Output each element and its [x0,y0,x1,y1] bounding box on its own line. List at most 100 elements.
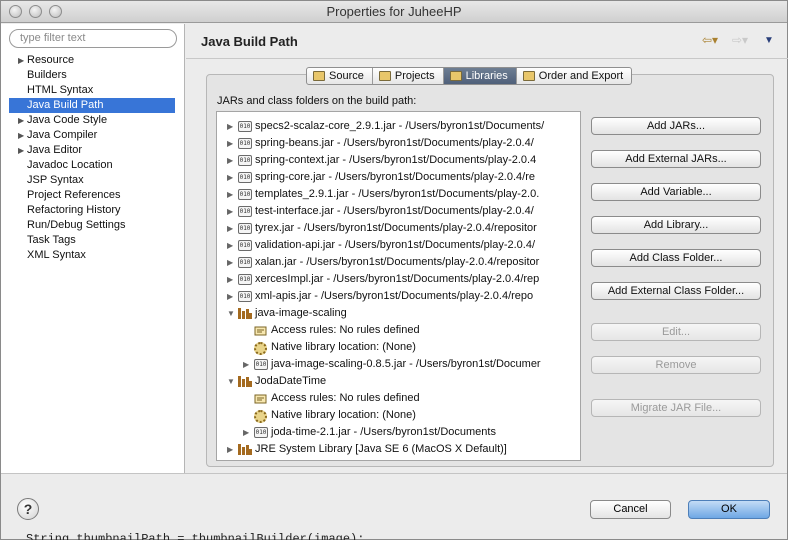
expand-triangle-icon[interactable]: ▶ [227,254,233,271]
add-external-class-folder-button[interactable]: Add External Class Folder... [591,282,761,300]
tree-item-xml-syntax[interactable]: XML Syntax [1,248,184,263]
tree-item-javadoc-location[interactable]: Javadoc Location [1,158,184,173]
expand-triangle-icon[interactable]: ▶ [227,152,233,169]
book-spine [238,444,241,455]
remove-button[interactable]: Remove [591,356,761,374]
help-button[interactable]: ? [17,498,39,520]
tree-item-label: Resource [27,54,75,66]
library-tree-label: validation-api.jar - /Users/byron1st/Doc… [255,239,536,251]
preference-tree-pane: type filter text ▶ Resource Builders HTML S… [1,24,185,473]
tree-item-label: Builders [27,69,67,81]
footer-divider [1,473,787,474]
expand-triangle-icon[interactable]: ▶ [18,128,24,143]
jar-file-icon: 010 [238,206,252,217]
tree-item-refactoring-history[interactable]: Refactoring History [1,203,184,218]
expand-triangle-icon[interactable]: ▶ [227,220,233,237]
book-spine [238,308,241,319]
native-library-icon [254,342,267,355]
tree-item-java-editor[interactable]: ▶ Java Editor [1,143,184,158]
library-tree-label: JodaDateTime [255,375,327,387]
access-rules-icon [254,325,267,337]
jar-file-icon: 010 [254,359,268,370]
library-container-icon [238,444,252,455]
native-library-icon [254,410,267,423]
expand-triangle-icon[interactable]: ▶ [227,135,233,152]
jar-file-icon: 010 [238,121,252,132]
tree-item-java-compiler[interactable]: ▶ Java Compiler [1,128,184,143]
libraries-heading: JARs and class folders on the build path… [217,95,417,107]
tree-item-html-syntax[interactable]: HTML Syntax [1,83,184,98]
expand-triangle-icon[interactable]: ▶ [227,237,233,254]
collapse-triangle-icon[interactable]: ▼ [227,305,235,322]
tree-item-task-tags[interactable]: Task Tags [1,233,184,248]
book-spine [242,311,245,319]
ok-button[interactable]: OK [688,500,770,519]
tab-order-and-export[interactable]: Order and Export [517,68,631,84]
book-spine [238,376,241,387]
tab-icon [522,71,535,81]
library-tree-label: Access rules: No rules defined [271,392,420,404]
library-tree-label: xalan.jar - /Users/byron1st/Documents/pl… [255,256,540,268]
collapse-triangle-icon[interactable]: ▼ [227,373,235,390]
expand-triangle-icon[interactable]: ▶ [227,288,233,305]
view-menu-icon[interactable]: ▼ [764,35,774,46]
add-external-jars-button[interactable]: Add External JARs... [591,150,761,168]
book-spine [242,379,245,387]
add-library-button[interactable]: Add Library... [591,216,761,234]
tree-item-java-code-style[interactable]: ▶ Java Code Style [1,113,184,128]
expand-triangle-icon[interactable]: ▶ [18,143,24,158]
expand-triangle-icon[interactable]: ▶ [227,169,233,186]
library-tree-label: templates_2.9.1.jar - /Users/byron1st/Do… [255,188,540,200]
expand-triangle-icon[interactable]: ▶ [227,271,233,288]
jar-file-icon: 010 [238,155,252,166]
tree-item-builders[interactable]: Builders [1,68,184,83]
expand-triangle-icon[interactable]: ▶ [18,53,24,68]
library-tree-label: JRE System Library [Java SE 6 (MacOS X D… [255,443,507,455]
tab-projects[interactable]: Projects [373,68,444,84]
tree-item-label: Java Build Path [27,99,104,111]
jar-file-icon: 010 [238,138,252,149]
expand-triangle-icon[interactable]: ▶ [243,424,249,441]
expand-triangle-icon[interactable]: ▶ [227,203,233,220]
book-spine [249,449,252,455]
library-tree-label: xercesImpl.jar - /Users/byron1st/Documen… [255,273,540,285]
tree-item-jsp-syntax[interactable]: JSP Syntax [1,173,184,188]
tree-item-label: Javadoc Location [27,159,113,171]
cancel-button[interactable]: Cancel [590,500,671,519]
tree-item-java-build-path[interactable]: Java Build Path [9,98,175,113]
library-container-icon [238,308,252,319]
back-arrow-icon[interactable]: ⇦▾ [702,33,718,47]
tree-item-run-debug-settings[interactable]: Run/Debug Settings [1,218,184,233]
expand-triangle-icon[interactable]: ▶ [227,186,233,203]
jar-file-icon: 010 [238,223,252,234]
expand-triangle-icon[interactable]: ▶ [227,441,233,458]
title-bar[interactable]: Properties for JuheeHP [1,1,787,23]
expand-triangle-icon[interactable]: ▶ [18,113,24,128]
jar-file-icon: 010 [254,427,268,438]
library-tree-label: tyrex.jar - /Users/byron1st/Documents/pl… [255,222,537,234]
tab-label: Source [329,70,364,82]
tab-libraries[interactable]: Libraries [443,68,517,84]
edit-button[interactable]: Edit... [591,323,761,341]
library-tree-label: Native library location: (None) [271,341,416,353]
tree-item-resource[interactable]: ▶ Resource [1,53,184,68]
access-rules-icon [254,393,267,405]
expand-triangle-icon[interactable]: ▶ [227,118,233,135]
add-class-folder-button[interactable]: Add Class Folder... [591,249,761,267]
tab-source[interactable]: Source [307,68,373,84]
tree-item-label: HTML Syntax [27,84,94,96]
library-tree-label: Native library location: (None) [271,409,416,421]
library-tree-label: spring-context.jar - /Users/byron1st/Doc… [255,154,537,166]
libraries-tree[interactable]: ▶ 010 specs2-scalaz-core_2.9.1.jar - /User… [216,111,581,461]
tab-bar: Source Projects Libraries Order and Export [306,67,633,85]
tree-item-label: Java Compiler [27,129,98,141]
add-jars-button[interactable]: Add JARs... [591,117,761,135]
properties-window: Properties for JuheeHP type filter text … [0,0,788,540]
expand-triangle-icon[interactable]: ▶ [243,356,249,373]
filter-input[interactable]: type filter text [9,29,177,48]
tree-item-project-references[interactable]: Project References [1,188,184,203]
tree-item-label: Java Editor [27,144,83,156]
add-variable-button[interactable]: Add Variable... [591,183,761,201]
forward-arrow-icon[interactable]: ⇨▾ [732,33,748,47]
migrate-jar-button[interactable]: Migrate JAR File... [591,399,761,417]
